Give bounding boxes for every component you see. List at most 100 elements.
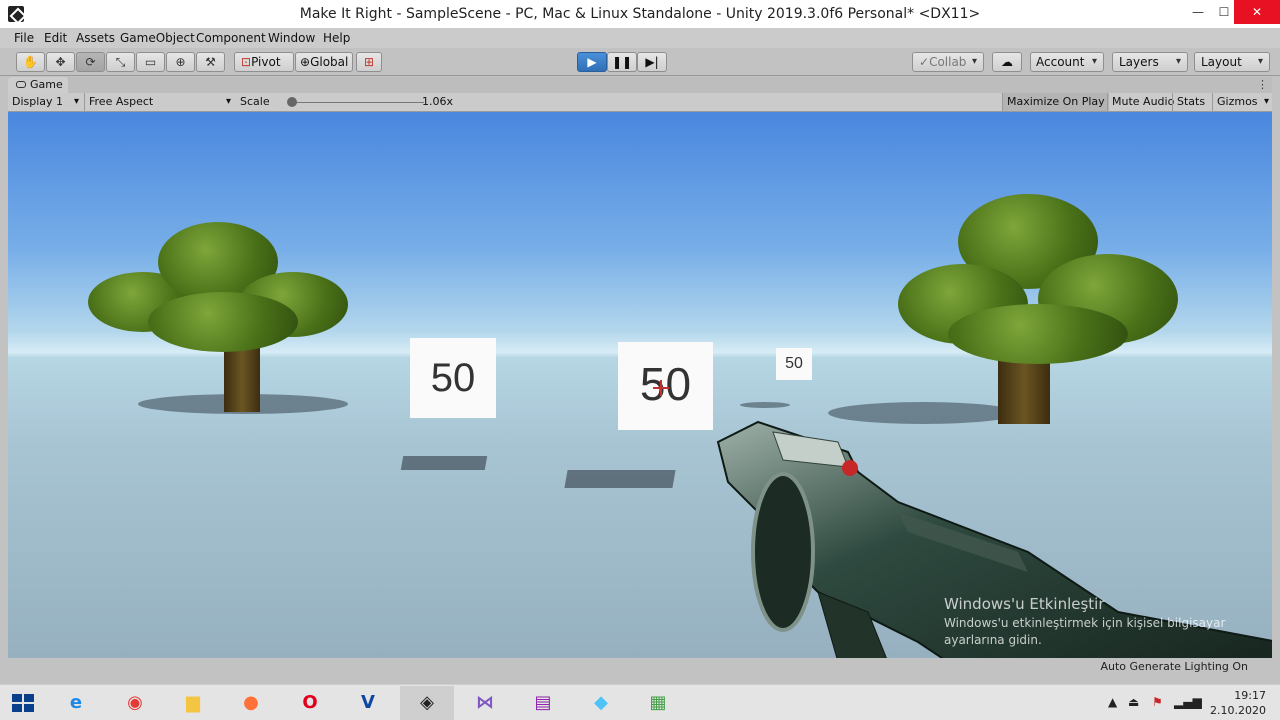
score-target-3[interactable]: 50 xyxy=(776,348,812,380)
close-button[interactable]: ✕ xyxy=(1234,0,1280,24)
scale-slider[interactable] xyxy=(288,102,424,103)
task-manager-icon: ▦ xyxy=(649,692,667,713)
window-title: Make It Right - SampleScene - PC, Mac & … xyxy=(299,6,981,22)
menu-gameobject[interactable]: GameObject xyxy=(120,28,195,48)
step-button[interactable]: ▶| xyxy=(637,52,667,72)
play-button[interactable]: ▶ xyxy=(577,52,607,72)
scale-value: 1.06x xyxy=(422,95,454,108)
taskbar-app-firefox[interactable]: ● xyxy=(224,686,278,720)
hand-tool-button[interactable]: ✋ xyxy=(16,52,45,72)
cloud-button[interactable]: ☁ xyxy=(992,52,1022,72)
taskbar-app-chrome[interactable]: ◉ xyxy=(108,686,162,720)
system-clock[interactable]: 19:17 2.10.2020 xyxy=(1210,688,1266,718)
flag-icon[interactable]: ⚑ xyxy=(1152,695,1163,709)
usb-icon[interactable]: ⏏ xyxy=(1128,695,1139,709)
snap-button[interactable]: ⊞ xyxy=(356,52,382,72)
menu-bar: File Edit Assets GameObject Component Wi… xyxy=(0,28,1280,48)
taskbar-app-opera[interactable]: O xyxy=(283,686,337,720)
lighting-status[interactable]: Auto Generate Lighting On xyxy=(1101,658,1249,676)
target-shadow-2 xyxy=(564,470,676,488)
globe-icon: ⊕ xyxy=(300,55,311,69)
transform-tool-button[interactable]: ⊕ xyxy=(166,52,195,72)
display-dropdown[interactable]: Display 1 xyxy=(8,93,82,111)
windows-taskbar: e ◉ ▆ ● O V ◈ ⋈ ▤ ◆ ▦ ▲ ⏏ ⚑ ▂▄▆ 🔈︎ 19:17 2.10.2020 xyxy=(0,684,1280,720)
tree-right xyxy=(898,194,1178,424)
visual-studio-icon: ⋈ xyxy=(476,692,494,713)
watermark-line-2: ayarlarına gidin. xyxy=(944,633,1042,647)
menu-assets[interactable]: Assets xyxy=(76,28,115,48)
custom-tool-button[interactable]: ⚒ xyxy=(196,52,225,72)
file-explorer-icon: ▆ xyxy=(186,692,200,713)
hand-icon: ✋ xyxy=(23,55,38,69)
check-icon: ✓ xyxy=(919,55,930,69)
menu-window[interactable]: Window xyxy=(268,28,315,48)
taskbar-app-internet-explorer[interactable]: e xyxy=(49,686,103,720)
taskbar-app-task-manager[interactable]: ▦ xyxy=(631,686,685,720)
menu-edit[interactable]: Edit xyxy=(44,28,67,48)
game-view-toolbar: Display 1 Free Aspect Scale 1.06x Maximi… xyxy=(8,93,1272,112)
taskbar-app-file-explorer[interactable]: ▆ xyxy=(166,686,220,720)
scale-slider-thumb[interactable] xyxy=(287,97,297,107)
menu-help[interactable]: Help xyxy=(323,28,350,48)
transform-icon: ⊕ xyxy=(175,55,186,69)
score-target-1[interactable]: 50 xyxy=(410,338,496,418)
stats-toggle[interactable]: Stats xyxy=(1172,93,1209,111)
taskbar-app-unity[interactable]: ◈ xyxy=(400,686,454,720)
rotate-tool-button[interactable]: ⟳ xyxy=(76,52,105,72)
gamepad-icon xyxy=(16,81,26,88)
rotate-icon: ⟳ xyxy=(85,55,96,69)
chrome-icon: ◉ xyxy=(127,692,143,713)
play-icon: ▶ xyxy=(587,55,597,69)
move-tool-button[interactable]: ✥ xyxy=(46,52,75,72)
global-label: Global xyxy=(310,55,349,69)
main-toolbar: ✋ ✥ ⟳ ⤡ ▭ ⊕ ⚒ ⊡Pivot ⊕Global ⊞ ▶ ❚❚ ▶| ✓… xyxy=(0,48,1280,76)
tab-bar: Game ⋮ xyxy=(8,77,1272,93)
pause-button[interactable]: ❚❚ xyxy=(607,52,637,72)
menu-component[interactable]: Component xyxy=(196,28,266,48)
game-viewport[interactable]: 50 50 50 Windows'u Etkinleştir Windows'u… xyxy=(8,112,1272,658)
tab-game[interactable]: Game xyxy=(8,77,68,93)
taskbar-app-vegas[interactable]: V xyxy=(341,686,395,720)
layers-dropdown[interactable]: Layers xyxy=(1112,52,1188,72)
volume-icon[interactable]: 🔈︎ xyxy=(1198,695,1205,710)
pause-icon: ❚❚ xyxy=(611,55,633,69)
crosshair-icon xyxy=(653,380,669,396)
aspect-dropdown[interactable]: Free Aspect xyxy=(84,93,234,111)
rect-icon: ▭ xyxy=(144,55,157,69)
gizmos-dropdown[interactable]: Gizmos xyxy=(1212,93,1272,111)
opera-icon: O xyxy=(302,692,318,713)
pivot-label: Pivot xyxy=(251,55,281,69)
maximize-on-play-toggle[interactable]: Maximize On Play xyxy=(1002,93,1109,111)
pivot-icon: ⊡ xyxy=(241,55,252,69)
small-shadow xyxy=(740,402,790,408)
taskbar-app-winrar[interactable]: ▤ xyxy=(516,686,570,720)
status-bar: Auto Generate Lighting On xyxy=(8,658,1272,676)
watermark-title: Windows'u Etkinleştir xyxy=(944,595,1105,613)
scale-icon: ⤡ xyxy=(115,55,126,69)
start-button[interactable] xyxy=(12,694,34,712)
taskbar-app-notes[interactable]: ◆ xyxy=(574,686,628,720)
rect-tool-button[interactable]: ▭ xyxy=(136,52,165,72)
tab-menu-button[interactable]: ⋮ xyxy=(1257,77,1268,93)
collab-dropdown[interactable]: ✓Collab xyxy=(912,52,984,72)
tab-game-label: Game xyxy=(30,78,63,91)
tree-left xyxy=(88,222,348,412)
tray-expand-icon[interactable]: ▲ xyxy=(1108,695,1117,709)
unity-icon: ◈ xyxy=(420,692,434,713)
scale-tool-button[interactable]: ⤡ xyxy=(106,52,135,72)
tree-foliage xyxy=(948,304,1128,364)
menu-file[interactable]: File xyxy=(14,28,34,48)
global-toggle[interactable]: ⊕Global xyxy=(295,52,353,72)
vegas-icon: V xyxy=(361,692,375,713)
windows-logo-icon xyxy=(12,694,22,702)
layout-dropdown[interactable]: Layout xyxy=(1194,52,1270,72)
move-icon: ✥ xyxy=(55,55,66,69)
custom-tool-icon: ⚒ xyxy=(205,55,216,69)
mute-audio-toggle[interactable]: Mute Audio xyxy=(1107,93,1178,111)
watermark-line-1: Windows'u etkinleştirmek için kişisel bi… xyxy=(944,616,1226,630)
taskbar-app-visual-studio[interactable]: ⋈ xyxy=(458,686,512,720)
cloud-icon: ☁ xyxy=(1001,55,1013,69)
pivot-toggle[interactable]: ⊡Pivot xyxy=(234,52,294,72)
account-dropdown[interactable]: Account xyxy=(1030,52,1104,72)
collab-label: Collab xyxy=(929,55,967,69)
